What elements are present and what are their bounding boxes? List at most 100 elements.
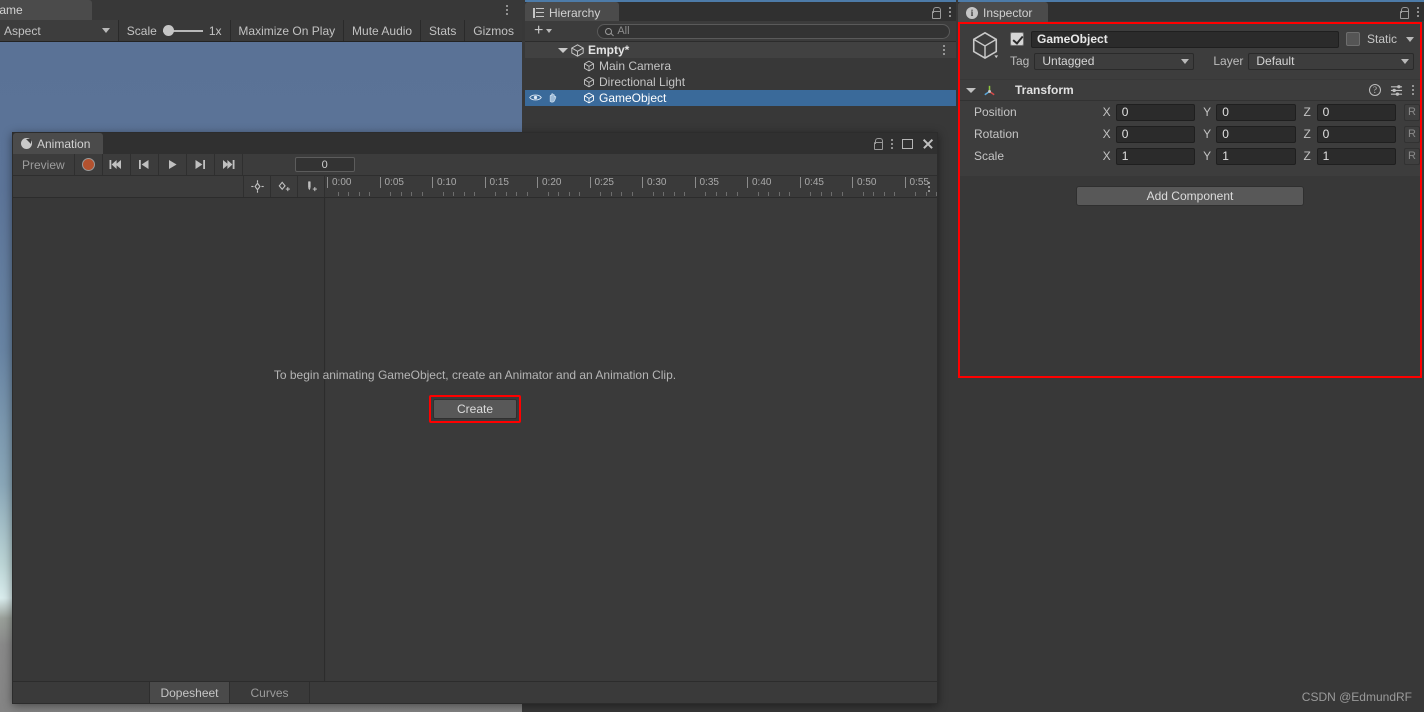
rotation-z-input[interactable]: 0 (1316, 125, 1396, 143)
tag-dropdown[interactable]: Untagged (1034, 52, 1195, 70)
next-frame-button[interactable] (187, 154, 214, 175)
tab-game[interactable]: Game (0, 0, 92, 20)
tab-hierarchy[interactable]: Hierarchy (525, 2, 619, 23)
static-checkbox[interactable] (1345, 32, 1360, 46)
timeline-tick-label: 0:40 (747, 177, 771, 188)
previous-frame-button[interactable] (131, 154, 158, 175)
gameobject-enabled-checkbox[interactable] (1010, 32, 1024, 46)
eye-icon[interactable] (529, 93, 542, 102)
layer-dropdown[interactable]: Default (1248, 52, 1414, 70)
rotation-y-input[interactable]: 0 (1216, 125, 1296, 143)
mute-audio-button[interactable]: Mute Audio (344, 20, 420, 41)
hierarchy-row-main-camera[interactable]: Main Camera (525, 58, 956, 74)
help-icon[interactable]: ? (1369, 83, 1381, 96)
timeline-tick-minor (453, 192, 454, 196)
scale-slider[interactable] (162, 24, 203, 38)
gameobject-name-input[interactable]: GameObject (1031, 30, 1339, 48)
game-view-kebab-icon[interactable] (500, 2, 514, 18)
maximize-on-play-button[interactable]: Maximize On Play (230, 20, 343, 41)
position-x-input[interactable]: 0 (1115, 103, 1196, 121)
timeline-tick-minor (558, 192, 559, 196)
timeline-tick-minor (810, 192, 811, 196)
scale-reset-button[interactable]: R (1403, 147, 1421, 165)
scale-x-input[interactable]: 1 (1115, 147, 1196, 165)
timeline-tick-minor (337, 192, 339, 196)
create-button-container: Create (13, 395, 937, 423)
layer-value: Default (1256, 54, 1295, 68)
hierarchy-add-button[interactable]: + (525, 23, 559, 39)
timeline-tick-minor (610, 192, 612, 196)
rotation-reset-button[interactable]: R (1403, 125, 1421, 143)
transform-kebab-icon[interactable] (1412, 83, 1414, 96)
add-keyframe-icon[interactable] (244, 176, 270, 197)
chevron-down-icon[interactable] (966, 87, 976, 93)
transform-title: Transform (1015, 83, 1074, 97)
tab-inspector[interactable]: i Inspector (958, 2, 1048, 23)
chevron-down-icon (546, 29, 553, 33)
stats-button[interactable]: Stats (421, 20, 464, 41)
add-property-keyframe-icon[interactable] (271, 176, 297, 197)
lock-icon[interactable] (931, 6, 941, 19)
tab-curves[interactable]: Curves (230, 682, 310, 703)
search-placeholder: All (617, 25, 630, 37)
hierarchy-row-directional-light[interactable]: Directional Light (525, 74, 956, 90)
create-button[interactable]: Create (433, 399, 517, 419)
maximize-icon[interactable] (902, 138, 913, 149)
scale-y-input[interactable]: 1 (1216, 147, 1296, 165)
position-z-input[interactable]: 0 (1316, 103, 1396, 121)
chevron-down-icon[interactable] (558, 47, 568, 53)
hand-icon[interactable] (547, 92, 558, 103)
animation-timeline-ruler[interactable]: 0:00 0:05 0:10 0:15 0:20 0:25 0:30 0:35 0:40 0:45… (325, 176, 937, 198)
axis-label-x: X (1102, 127, 1111, 141)
gizmos-button[interactable]: Gizmos (465, 20, 522, 41)
axis-label-z: Z (1303, 149, 1311, 163)
timeline-tick-minor (663, 192, 664, 196)
tab-animation[interactable]: Animation (13, 133, 103, 154)
tab-dopesheet[interactable]: Dopesheet (150, 682, 230, 703)
aspect-dropdown[interactable]: Aspect (0, 20, 118, 41)
animation-bottom-tabs: Dopesheet Curves (13, 681, 937, 703)
animation-kebab-icon[interactable] (891, 137, 893, 151)
axis-label-y: Y (1203, 149, 1212, 163)
record-button[interactable] (75, 154, 102, 175)
add-component-button[interactable]: Add Component (1076, 186, 1304, 206)
timeline-tick-minor (390, 192, 391, 196)
add-event-icon[interactable] (298, 176, 324, 197)
hierarchy-search-input[interactable]: All (597, 23, 950, 39)
scale-z-input[interactable]: 1 (1316, 147, 1396, 165)
hierarchy-kebab-icon[interactable] (949, 5, 951, 19)
skip-to-start-button[interactable] (103, 154, 130, 175)
lock-icon[interactable] (1399, 6, 1409, 19)
timeline-tick-minor (631, 192, 633, 196)
scale-slider-group[interactable]: Scale 1x (119, 20, 230, 41)
position-reset-button[interactable]: R (1403, 103, 1421, 121)
gameobject-cube-icon[interactable] (970, 30, 1004, 64)
rotation-x-input[interactable]: 0 (1115, 125, 1196, 143)
lock-icon[interactable] (873, 138, 883, 150)
timeline-tick-minor (495, 192, 496, 196)
chevron-down-icon (101, 28, 110, 33)
timeline-tick-minor (516, 192, 517, 196)
scene-row-kebab-icon[interactable] (938, 42, 950, 58)
preview-button[interactable]: Preview (13, 154, 74, 175)
transform-component-header[interactable]: Transform ? (960, 80, 1420, 101)
animation-dopesheet-area (326, 198, 937, 681)
play-button[interactable] (159, 154, 186, 175)
hierarchy-row-gameobject[interactable]: GameObject (525, 90, 956, 106)
timeline-tick-minor (400, 192, 402, 196)
position-y-input[interactable]: 0 (1216, 103, 1296, 121)
inspector-kebab-icon[interactable] (1417, 5, 1419, 19)
timeline-kebab-icon[interactable] (923, 179, 935, 195)
preset-icon[interactable] (1390, 84, 1403, 96)
timeline-tick-minor (705, 192, 706, 196)
scale-label: Scale (126, 23, 157, 38)
close-icon[interactable] (922, 138, 933, 149)
timeline-tick-label: 0:15 (484, 177, 509, 188)
hierarchy-row-label: GameObject (599, 91, 667, 105)
animation-toolbar: Preview 0 (13, 154, 937, 176)
skip-to-end-button[interactable] (215, 154, 242, 175)
create-button-highlight: Create (429, 395, 521, 423)
hierarchy-row-scene[interactable]: Empty* (525, 42, 956, 58)
chevron-down-icon[interactable] (1406, 36, 1414, 42)
current-frame-input[interactable]: 0 (294, 157, 355, 172)
